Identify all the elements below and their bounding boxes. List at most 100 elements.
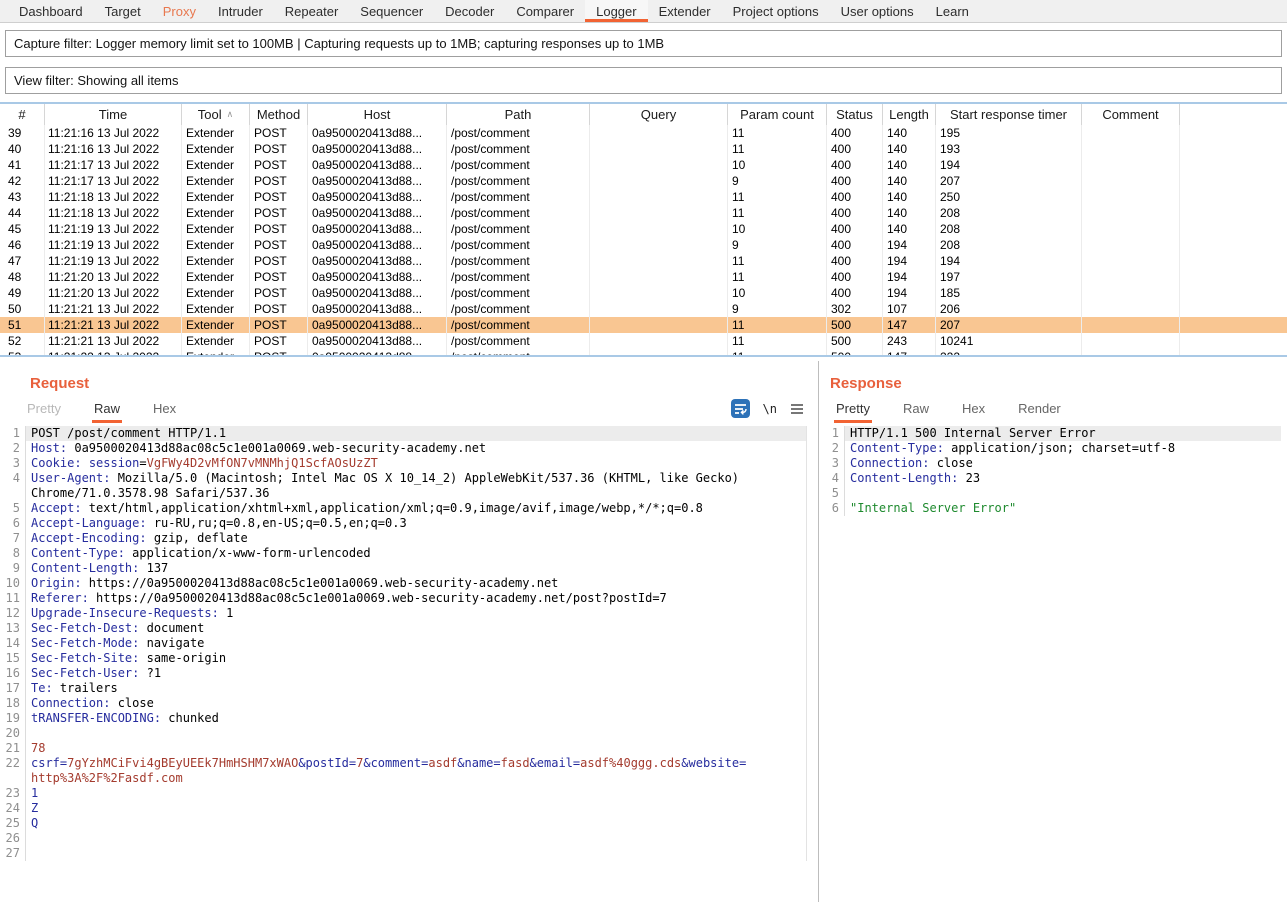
- cell-filler: [1180, 269, 1287, 285]
- response-tab-raw[interactable]: Raw: [901, 399, 931, 423]
- column-header-status[interactable]: Status: [827, 104, 883, 125]
- table-row[interactable]: 4411:21:18 13 Jul 2022ExtenderPOST0a9500…: [0, 205, 1287, 221]
- cell-comment: [1082, 333, 1180, 349]
- table-row[interactable]: 4511:21:19 13 Jul 2022ExtenderPOST0a9500…: [0, 221, 1287, 237]
- column-label: Query: [641, 107, 676, 122]
- cell-method: POST: [250, 205, 308, 221]
- table-row[interactable]: 4111:21:17 13 Jul 2022ExtenderPOST0a9500…: [0, 157, 1287, 173]
- cell-length: 147: [883, 317, 936, 333]
- cell-status: 400: [827, 173, 883, 189]
- capture-filter-bar[interactable]: Capture filter: Logger memory limit set …: [5, 30, 1282, 57]
- table-row[interactable]: 4311:21:18 13 Jul 2022ExtenderPOST0a9500…: [0, 189, 1287, 205]
- tab-logger[interactable]: Logger: [585, 0, 647, 22]
- cell-host: 0a9500020413d88...: [308, 157, 447, 173]
- table-row[interactable]: 3911:21:16 13 Jul 2022ExtenderPOST0a9500…: [0, 125, 1287, 141]
- cell-length: 194: [883, 285, 936, 301]
- request-editor[interactable]: 1POST /post/comment HTTP/1.12Host: 0a950…: [0, 426, 807, 861]
- table-row-selected[interactable]: 5111:21:21 13 Jul 2022ExtenderPOST0a9500…: [0, 317, 1287, 333]
- column-label: Path: [505, 107, 532, 122]
- word-wrap-icon[interactable]: [731, 399, 750, 418]
- request-tab-raw[interactable]: Raw: [92, 399, 122, 423]
- response-tab-hex[interactable]: Hex: [960, 399, 987, 423]
- cell-tool: Extender: [182, 269, 250, 285]
- request-editor-icons: \n: [731, 399, 804, 418]
- cell-tool: Extender: [182, 221, 250, 237]
- column-label: Status: [836, 107, 873, 122]
- cell-filler: [1180, 285, 1287, 301]
- line-content: Accept: text/html,application/xhtml+xml,…: [26, 501, 806, 516]
- cell-tool: Extender: [182, 141, 250, 157]
- cell-filler: [1180, 141, 1287, 157]
- editor-line: 5Accept: text/html,application/xhtml+xml…: [0, 501, 806, 516]
- cell-comment: [1082, 285, 1180, 301]
- cell-start-response-timer: 207: [936, 317, 1082, 333]
- cell-method: POST: [250, 285, 308, 301]
- view-filter-bar[interactable]: View filter: Showing all items: [5, 67, 1282, 94]
- cell-query: [590, 125, 728, 141]
- table-row[interactable]: 4811:21:20 13 Jul 2022ExtenderPOST0a9500…: [0, 269, 1287, 285]
- cell-comment: [1082, 173, 1180, 189]
- column-header-param-count[interactable]: Param count: [728, 104, 827, 125]
- cell-path: /post/comment: [447, 269, 590, 285]
- table-row[interactable]: 4711:21:19 13 Jul 2022ExtenderPOST0a9500…: [0, 253, 1287, 269]
- column-header-comment[interactable]: Comment: [1082, 104, 1180, 125]
- table-row[interactable]: 4611:21:19 13 Jul 2022ExtenderPOST0a9500…: [0, 237, 1287, 253]
- tab-project-options[interactable]: Project options: [722, 0, 830, 22]
- cell-param-count: 11: [728, 333, 827, 349]
- cell-filler: [1180, 189, 1287, 205]
- column-header-method[interactable]: Method: [250, 104, 308, 125]
- editor-line: 26: [0, 831, 806, 846]
- column-header-length[interactable]: Length: [883, 104, 936, 125]
- tab-user-options[interactable]: User options: [830, 0, 925, 22]
- column-header-path[interactable]: Path: [447, 104, 590, 125]
- column-header-tool[interactable]: Tool∧: [182, 104, 250, 125]
- column-header-start-response-timer[interactable]: Start response timer: [936, 104, 1082, 125]
- tab-comparer[interactable]: Comparer: [505, 0, 585, 22]
- line-content: Origin: https://0a9500020413d88ac08c5c1e…: [26, 576, 806, 591]
- table-row[interactable]: 5011:21:21 13 Jul 2022ExtenderPOST0a9500…: [0, 301, 1287, 317]
- table-row[interactable]: 5311:21:22 13 Jul 2022ExtenderPOST0a9500…: [0, 349, 1287, 355]
- tab-learn[interactable]: Learn: [925, 0, 980, 22]
- table-row[interactable]: 4011:21:16 13 Jul 2022ExtenderPOST0a9500…: [0, 141, 1287, 157]
- tab-target[interactable]: Target: [94, 0, 152, 22]
- request-tab-hex[interactable]: Hex: [151, 399, 178, 423]
- editor-line: 2178: [0, 741, 806, 756]
- column-label: Tool: [198, 107, 222, 122]
- tab-intruder[interactable]: Intruder: [207, 0, 274, 22]
- cell-comment: [1082, 205, 1180, 221]
- cell-host: 0a9500020413d88...: [308, 269, 447, 285]
- tab-proxy[interactable]: Proxy: [152, 0, 207, 22]
- line-content: [26, 831, 806, 846]
- cell-filler: [1180, 253, 1287, 269]
- line-number: 8: [0, 546, 26, 561]
- column-header-number[interactable]: #: [0, 104, 45, 125]
- column-header-host[interactable]: Host: [308, 104, 447, 125]
- line-content: 1: [26, 786, 806, 801]
- cell-start-response-timer: 185: [936, 285, 1082, 301]
- cell-param-count: 11: [728, 189, 827, 205]
- editor-menu-icon[interactable]: [790, 403, 804, 415]
- response-tab-render[interactable]: Render: [1016, 399, 1063, 423]
- editor-line: 6Accept-Language: ru-RU,ru;q=0.8,en-US;q…: [0, 516, 806, 531]
- column-label: Host: [364, 107, 391, 122]
- tab-repeater[interactable]: Repeater: [274, 0, 349, 22]
- response-editor[interactable]: 1HTTP/1.1 500 Internal Server Error2Cont…: [819, 426, 1281, 516]
- cell-number: 43: [0, 189, 45, 205]
- response-tab-pretty[interactable]: Pretty: [834, 399, 872, 423]
- tab-dashboard[interactable]: Dashboard: [8, 0, 94, 22]
- editor-line: 15Sec-Fetch-Site: same-origin: [0, 651, 806, 666]
- line-number: 26: [0, 831, 26, 846]
- tab-decoder[interactable]: Decoder: [434, 0, 505, 22]
- cell-status: 400: [827, 285, 883, 301]
- line-content: Cookie: session=VgFWy4D2vMfON7vMNMhjQ1Sc…: [26, 456, 806, 471]
- table-row[interactable]: 5211:21:21 13 Jul 2022ExtenderPOST0a9500…: [0, 333, 1287, 349]
- tab-extender[interactable]: Extender: [648, 0, 722, 22]
- main-tab-bar: DashboardTargetProxyIntruderRepeaterSequ…: [0, 0, 1287, 23]
- newline-marker-icon[interactable]: \n: [763, 402, 777, 416]
- table-row[interactable]: 4911:21:20 13 Jul 2022ExtenderPOST0a9500…: [0, 285, 1287, 301]
- column-header-time[interactable]: Time: [45, 104, 182, 125]
- tab-sequencer[interactable]: Sequencer: [349, 0, 434, 22]
- table-row[interactable]: 4211:21:17 13 Jul 2022ExtenderPOST0a9500…: [0, 173, 1287, 189]
- cell-filler: [1180, 349, 1287, 355]
- column-header-query[interactable]: Query: [590, 104, 728, 125]
